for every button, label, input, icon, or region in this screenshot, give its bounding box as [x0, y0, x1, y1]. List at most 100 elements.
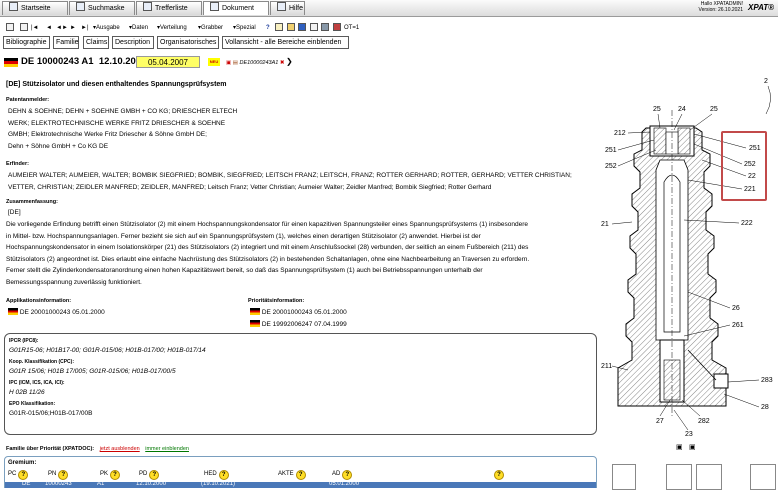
attachment-icon[interactable]: ▤ — [233, 60, 238, 66]
figure-label: 28 — [761, 404, 769, 411]
gallery-icon[interactable]: ▣ — [689, 443, 696, 451]
folder-icon[interactable] — [287, 23, 295, 33]
tool-icon[interactable] — [333, 23, 341, 33]
col-pc[interactable]: PC? — [8, 470, 29, 480]
xpat-logo: XPAT® — [748, 3, 775, 12]
flag-de-icon — [250, 319, 260, 327]
menu-ausgabe[interactable]: ▾Ausgabe — [93, 23, 120, 33]
page-icon[interactable] — [310, 23, 318, 33]
abstract-lang: [DE] — [8, 209, 21, 216]
section-description[interactable]: Description — [112, 36, 154, 49]
col-ad[interactable]: AD? — [332, 470, 353, 480]
last-page-icon[interactable]: ►| — [81, 23, 89, 33]
prev-page-icon[interactable]: ◄ — [46, 23, 52, 33]
binoculars-icon — [76, 2, 85, 11]
col-hed[interactable]: HED? — [204, 470, 229, 480]
thumbnail[interactable] — [750, 464, 776, 490]
figure-label: 23 — [685, 431, 693, 438]
flag-de-icon — [250, 308, 260, 315]
application-info-label: Applikationsinformation: — [6, 298, 72, 304]
figure-label: 222 — [741, 220, 753, 227]
flag-de-icon — [8, 308, 18, 315]
abstract-text: Die vorliegende Erfindung betrifft einen… — [6, 221, 530, 286]
family-header-row: PC? PN? PK? PD? HED? AKTE? AD? ? — [8, 470, 596, 480]
document-icon — [210, 2, 219, 11]
tab-dokument[interactable]: Dokument — [203, 1, 269, 15]
family-table: Gremium: PC? PN? PK? PD? HED? AKTE? AD? … — [4, 456, 597, 488]
thumbnail[interactable] — [612, 464, 636, 490]
classification-box: IPCR (IPC8): G01R15-06; H01B17-00; G01R-… — [4, 333, 597, 435]
col-help[interactable]: ? — [492, 470, 504, 480]
tab-suchmaske[interactable]: Suchmaske — [69, 1, 135, 15]
next-document-icon[interactable]: ❯ — [286, 57, 293, 66]
figure-label: 261 — [732, 322, 744, 329]
document-toolbar: |◄ ◄ ◄► ► ►| ▾Ausgabe ▾Daten ▾Verteilung… — [0, 21, 778, 35]
thumbnail[interactable] — [666, 464, 692, 490]
keyboard-icon[interactable] — [6, 23, 14, 33]
help-question-icon[interactable]: ? — [266, 23, 270, 33]
home-icon — [9, 2, 18, 11]
priority-info: DE 20001000243 05.01.2000 DE 19992006247… — [250, 307, 347, 330]
section-familie[interactable]: Familie — [53, 36, 79, 49]
applicant-label: Patentanmelder: — [6, 97, 50, 103]
zoom-icon[interactable]: ▣ — [676, 443, 683, 451]
b-icon[interactable] — [298, 23, 306, 33]
tab-trefferliste[interactable]: Trefferliste — [136, 1, 202, 15]
inventor-label: Erfinder: — [6, 161, 29, 167]
figure-label: 21 — [601, 221, 609, 228]
col-pk[interactable]: PK? — [100, 470, 121, 480]
section-organisatorisches[interactable]: Organisatorisches — [157, 36, 219, 49]
figure-label: 27 — [656, 418, 664, 425]
figure-label: 212 — [614, 130, 626, 137]
figure-label: 282 — [698, 418, 710, 425]
menu-spezial[interactable]: ▾Spezial — [233, 23, 256, 33]
family-hide-link[interactable]: jetzt ausblenden — [100, 446, 140, 452]
zoom-highlight-box — [721, 131, 767, 201]
ot-toggle[interactable]: OT=1 — [344, 23, 359, 33]
tab-startseite[interactable]: Startseite — [2, 1, 68, 15]
priority-info-label: Prioritätsinformation: — [248, 298, 305, 304]
prev-prev-icon[interactable]: ◄► — [56, 23, 68, 33]
pdf-icon[interactable]: ▣ — [226, 60, 231, 66]
figure-label: 283 — [761, 377, 773, 384]
application-info: DE 20001000243 05.01.2000 — [8, 307, 105, 319]
print-icon[interactable] — [20, 23, 28, 33]
figure-label: 211 — [601, 363, 612, 370]
document-ref: ▣ ▤ DE10000243A1 ✖ ❯ — [226, 57, 293, 66]
help-icon — [277, 2, 286, 11]
menu-grabber[interactable]: ▾Grabber — [198, 23, 223, 33]
user-info: Hallo XPATADMIN! Version: 26.10.2021 — [698, 1, 743, 13]
menu-daten[interactable]: ▾Daten — [129, 23, 148, 33]
abstract-label: Zusammenfassung: — [6, 199, 58, 205]
figure-label: 24 — [678, 106, 686, 113]
family-show-link[interactable]: immer einblenden — [145, 446, 189, 452]
figure-label: 25 — [710, 106, 718, 113]
drawing-thumbnails: ▣ ▣ — [610, 444, 778, 490]
thumbnail[interactable] — [696, 464, 722, 490]
figure-label: 2 — [764, 78, 768, 85]
col-pd[interactable]: PD? — [139, 470, 160, 480]
col-pn[interactable]: PN? — [48, 470, 69, 480]
table-row[interactable]: DE 10000243 A1 12.10.2000 (19.10.2021) 0… — [5, 481, 596, 488]
section-vollansicht[interactable]: Vollansicht - alle Bereiche einblenden — [222, 36, 349, 49]
first-page-icon[interactable]: |◄ — [31, 23, 39, 33]
figure-label: 25 — [653, 106, 661, 113]
list-icon — [143, 2, 152, 11]
menu-verteilung[interactable]: ▾Verteilung — [157, 23, 187, 33]
section-bibliographie[interactable]: Bibliographie — [3, 36, 50, 49]
section-claims[interactable]: Claims — [83, 36, 109, 49]
top-nav-bar: Startseite Suchmaske Trefferliste Dokume… — [0, 0, 778, 17]
tab-hilfe[interactable]: Hilfe — [270, 1, 305, 15]
figure-label: 252 — [605, 163, 617, 170]
document-title: [DE] Stützisolator und diesen enthaltend… — [6, 81, 227, 88]
figure-label: 251 — [605, 147, 617, 154]
next-page-icon[interactable]: ► — [70, 23, 76, 33]
applicant-text: DEHN & SOEHNE; DEHN + SOEHNE GMBH + CO K… — [8, 108, 238, 150]
delete-icon[interactable]: ✖ — [280, 60, 285, 66]
patent-drawing: 2 25 24 25 212 251 252 251 252 22 221 21… — [601, 78, 773, 438]
col-akte[interactable]: AKTE? — [278, 470, 306, 480]
inventor-text: AUMEIER WALTER; AUMEIER, WALTER; BOMBIK … — [8, 172, 572, 191]
image-icon[interactable] — [321, 23, 329, 33]
document-number: DE 10000243 A1 12.10.2000 — [21, 56, 147, 67]
copy-icon[interactable] — [275, 23, 283, 33]
